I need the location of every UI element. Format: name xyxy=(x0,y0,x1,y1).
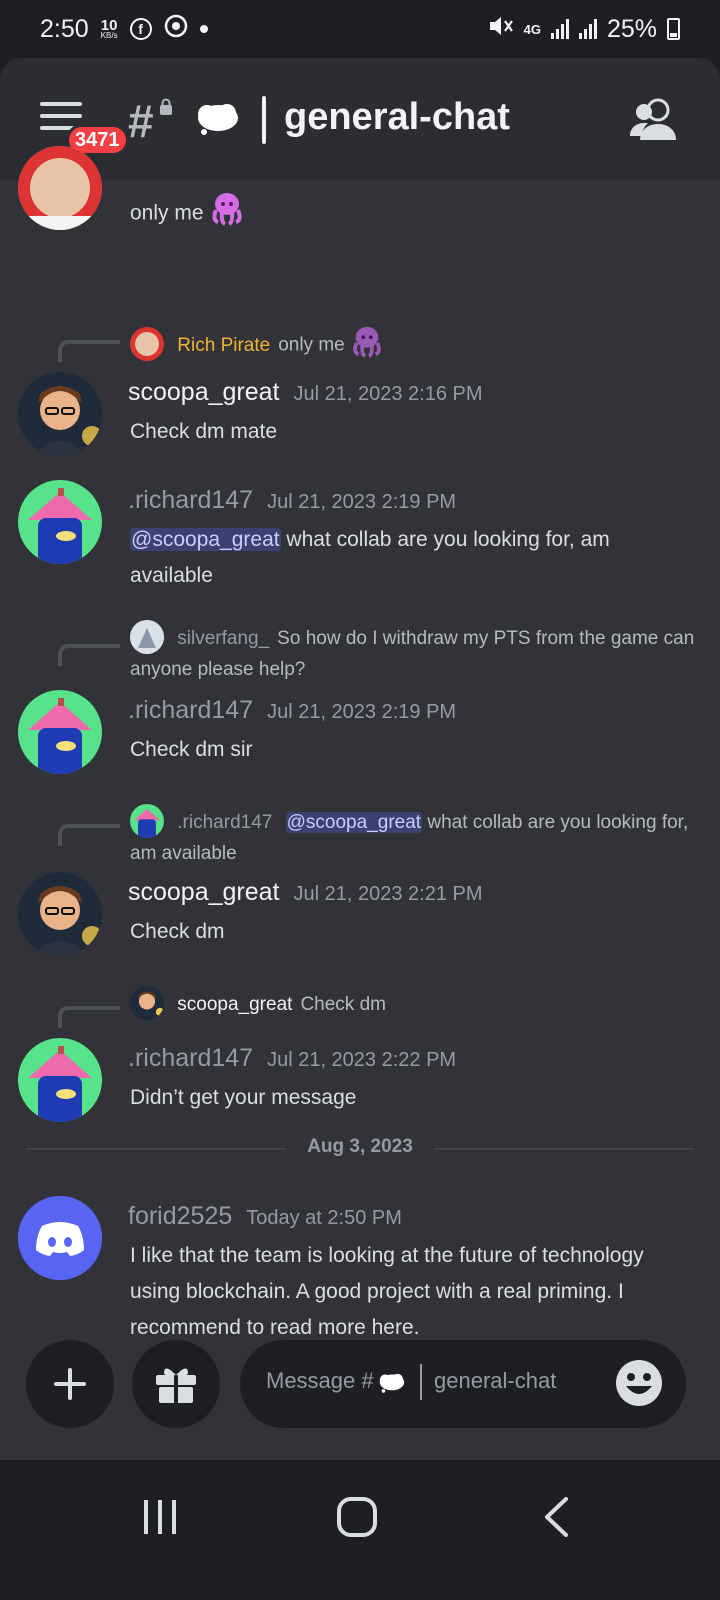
reply-author: scoopa_great xyxy=(177,994,293,1016)
reply-preview[interactable]: .richard147 @scoopa_great what collab ar… xyxy=(130,804,700,868)
facebook-icon: f xyxy=(129,18,152,40)
user-mention[interactable]: @scoopa_great xyxy=(285,812,423,834)
mute-icon xyxy=(488,14,514,45)
message-text: I like that the team is looking at the f… xyxy=(130,1244,644,1339)
channel-hash-icon: # xyxy=(128,95,154,147)
recent-apps-icon[interactable] xyxy=(142,1498,178,1536)
message-timestamp: Jul 21, 2023 2:16 PM xyxy=(293,383,483,405)
add-attachment-button[interactable] xyxy=(26,1340,114,1428)
avatar[interactable] xyxy=(18,480,102,564)
thought-cloud-icon xyxy=(379,1373,405,1393)
status-bar: 2:50 10 KB/s f 4G 25% xyxy=(0,0,720,58)
data-speed: 10 KB/s xyxy=(100,16,118,41)
octopus-emoji-icon xyxy=(209,190,245,238)
avatar[interactable] xyxy=(18,372,102,456)
input-placeholder-divider xyxy=(420,1364,422,1400)
message-timestamp: Today at 2:50 PM xyxy=(246,1207,402,1229)
reply-preview[interactable]: silverfang_ So how do I withdraw my PTS f… xyxy=(130,620,700,684)
message-composer: Message # general-chat xyxy=(0,1340,720,1460)
discord-logo-icon xyxy=(18,1196,102,1280)
title-divider xyxy=(262,96,266,144)
signal-icon xyxy=(550,19,569,39)
octopus-emoji-icon xyxy=(350,324,384,367)
channel-title: general-chat xyxy=(284,96,510,138)
input-placeholder-channel: general-chat xyxy=(434,1368,557,1393)
message-timestamp: Jul 21, 2023 2:21 PM xyxy=(293,883,483,905)
emoji-picker-icon[interactable] xyxy=(614,1358,664,1408)
message-timestamp: Jul 21, 2023 2:22 PM xyxy=(267,1049,457,1071)
message-list[interactable]: only me Rich Pirate only me scoopa_great J… xyxy=(0,146,720,1340)
avatar[interactable] xyxy=(18,872,102,956)
message-timestamp: Jul 21, 2023 2:19 PM xyxy=(267,701,457,723)
chrome-icon xyxy=(164,14,188,45)
channel-header: 3471 # general-chat xyxy=(0,58,720,180)
reply-spine xyxy=(58,340,120,362)
signal-icon xyxy=(578,19,597,39)
reply-spine xyxy=(58,644,120,666)
message-text: Check dm sir xyxy=(130,738,253,761)
battery-percent: 25% xyxy=(606,14,657,43)
message-author[interactable]: scoopa_great Jul 21, 2023 2:16 PM xyxy=(128,378,483,407)
gift-button[interactable] xyxy=(132,1340,220,1428)
date-separator-label: Aug 3, 2023 xyxy=(286,1136,434,1158)
chat-screen: 3471 # general-chat only me Rich Pirate … xyxy=(0,58,720,1460)
message-text: @scoopa_great what collab are you lookin… xyxy=(130,528,610,587)
input-placeholder-prefix: Message # xyxy=(266,1368,374,1393)
clock: 2:50 xyxy=(40,14,89,43)
reply-text: only me xyxy=(278,334,345,356)
reply-author: .richard147 xyxy=(177,812,273,834)
message-author[interactable]: .richard147 Jul 21, 2023 2:19 PM xyxy=(128,486,456,515)
message-text: Check dm xyxy=(130,920,225,943)
user-mention[interactable]: @scoopa_great xyxy=(130,528,281,551)
message-author[interactable]: forid2525 Today at 2:50 PM xyxy=(128,1202,402,1231)
message-text: Check dm mate xyxy=(130,420,278,443)
4g-icon: 4G xyxy=(523,21,541,37)
message-author[interactable]: .richard147 Jul 21, 2023 2:22 PM xyxy=(128,1044,456,1073)
reply-spine xyxy=(58,1006,120,1028)
gift-icon xyxy=(156,1368,196,1403)
reply-avatar xyxy=(130,620,164,654)
reply-avatar xyxy=(130,326,164,361)
message-text: only me xyxy=(130,190,690,238)
members-icon[interactable] xyxy=(628,98,678,142)
back-icon[interactable] xyxy=(542,1496,570,1538)
message-input[interactable]: Message # general-chat xyxy=(240,1340,686,1428)
thought-cloud-icon xyxy=(198,104,238,135)
system-navigation-bar xyxy=(0,1460,720,1600)
reply-spine xyxy=(58,824,120,846)
reply-text: Check dm xyxy=(300,994,386,1016)
message-timestamp: Jul 21, 2023 2:19 PM xyxy=(267,491,457,513)
avatar[interactable] xyxy=(18,146,102,230)
message-author[interactable]: scoopa_great Jul 21, 2023 2:21 PM xyxy=(128,878,483,907)
reply-avatar xyxy=(130,986,164,1020)
reply-preview[interactable]: scoopa_great Check dm xyxy=(130,986,700,1022)
message-author[interactable]: .richard147 Jul 21, 2023 2:19 PM xyxy=(128,696,456,725)
reply-preview[interactable]: Rich Pirate only me xyxy=(130,324,700,367)
reply-author: Rich Pirate xyxy=(177,334,271,356)
battery-icon xyxy=(667,18,680,40)
notification-dot-icon xyxy=(199,25,208,33)
message-text: Didn’t get your message xyxy=(130,1086,357,1109)
avatar[interactable] xyxy=(18,1038,102,1122)
reply-author: silverfang_ xyxy=(177,628,270,650)
reply-avatar xyxy=(130,804,164,838)
lock-icon xyxy=(158,98,174,121)
avatar[interactable] xyxy=(18,690,102,774)
home-icon[interactable] xyxy=(336,1496,378,1538)
plus-icon xyxy=(54,1368,86,1400)
avatar[interactable] xyxy=(18,1196,102,1280)
